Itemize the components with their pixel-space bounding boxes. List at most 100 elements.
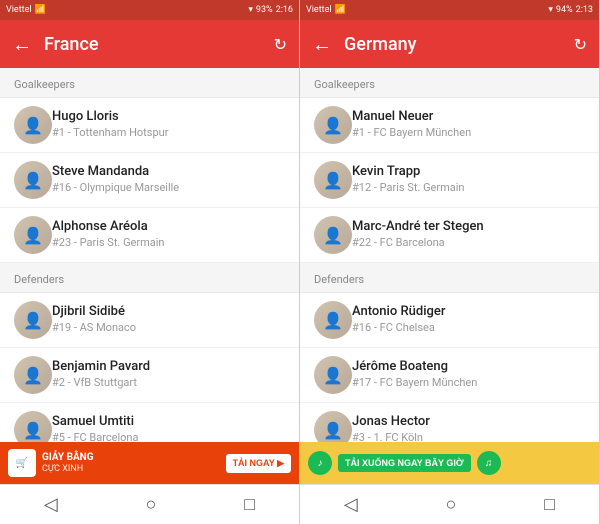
player-info: Kevin Trapp #12 - Paris St. Germain [352,164,465,195]
list-item[interactable]: 👤 Djibril Sidibé #19 - AS Monaco [0,293,299,348]
france-def-label: Defenders [0,263,299,293]
jonas-hector-item[interactable]: 👤 Jonas Hector #3 - 1. FC Köln [300,403,599,442]
list-item[interactable]: 👤 Antonio Rüdiger #16 - FC Chelsea [300,293,599,348]
player-detail: #1 - FC Bayern München [352,126,471,140]
germany-ad-banner[interactable]: ♪ TẢI XUỐNG NGAY BÂY GIỜ ♫ [300,442,599,484]
player-name: Marc-André ter Stegen [352,219,484,236]
list-item[interactable]: 👤 Samuel Umtiti #5 - FC Barcelona [0,403,299,442]
player-name: Kevin Trapp [352,164,465,181]
player-detail: #22 - FC Barcelona [352,236,484,250]
player-detail: #2 - VfB Stuttgart [52,376,150,390]
nav-home-icon[interactable]: ○ [146,494,157,515]
player-detail: #5 - FC Barcelona [52,431,138,442]
france-ad-banner[interactable]: 🛒 GIẢY BẰNG CỰC XINH TẢI NGAY ▶ [0,442,299,484]
player-detail: #17 - FC Bayern München [352,376,477,390]
player-info: Hugo Lloris #1 - Tottenham Hotspur [52,109,168,140]
player-name: Manuel Neuer [352,109,471,126]
player-name: Benjamin Pavard [52,359,150,376]
france-content: Goalkeepers 👤 Hugo Lloris #1 - Tottenham… [0,68,299,442]
player-info: Jonas Hector #3 - 1. FC Köln [352,414,430,442]
nav-recent-icon[interactable]: □ [244,494,255,515]
france-nav-bar: ◁ ○ □ [0,484,299,524]
time-label: 2:13 [576,5,593,15]
france-status-bar: Viettel 📶 ▾ 93% 2:16 [0,0,299,20]
jonas-hector-detail: #3 - 1. FC Köln [352,431,430,442]
player-info: Marc-André ter Stegen #22 - FC Barcelona [352,219,484,250]
player-name: Steve Mandanda [52,164,179,181]
player-info: Antonio Rüdiger #16 - FC Chelsea [352,304,445,335]
avatar: 👤 [14,301,52,339]
avatar: 👤 [314,301,352,339]
battery-label: 93% [256,5,273,15]
spotify-logo: ♫ [477,451,501,475]
avatar: 👤 [14,411,52,442]
avatar: 👤 [314,106,352,144]
player-info: Samuel Umtiti #5 - FC Barcelona [52,414,138,442]
germany-nav-bar: ◁ ○ □ [300,484,599,524]
player-info: Djibril Sidibé #19 - AS Monaco [52,304,136,335]
germany-content: Goalkeepers 👤 Manuel Neuer #1 - FC Bayer… [300,68,599,442]
player-detail: #16 - Olympique Marseille [52,181,179,195]
avatar: 👤 [14,356,52,394]
list-item[interactable]: 👤 Manuel Neuer #1 - FC Bayern München [300,98,599,153]
player-detail: #16 - FC Chelsea [352,321,445,335]
avatar: 👤 [14,216,52,254]
player-name: Djibril Sidibé [52,304,136,321]
germany-panel: Viettel 📶 ▾ 94% 2:13 ← Germany ↻ Goalkee… [300,0,600,524]
refresh-icon[interactable]: ↻ [574,35,587,54]
jonas-hector-name: Jonas Hector [352,414,430,431]
player-detail: #23 - Paris St. Germain [52,236,165,250]
nav-back-icon[interactable]: ◁ [44,494,58,515]
wifi-icon: ▾ [548,5,553,15]
status-left: Viettel 📶 [306,5,346,15]
list-item[interactable]: 👤 Kevin Trapp #12 - Paris St. Germain [300,153,599,208]
ad-sub-text: CỰC XINH [42,464,220,474]
shopee-icon: 🛒 [8,449,36,477]
status-left: Viettel 📶 [6,5,46,15]
ad-content: ♪ TẢI XUỐNG NGAY BÂY GIỜ ♫ [300,451,599,475]
avatar: 👤 [314,216,352,254]
nav-recent-icon[interactable]: □ [544,494,555,515]
france-panel: Viettel 📶 ▾ 93% 2:16 ← France ↻ Goalkeep… [0,0,300,524]
wifi-icon: ▾ [248,5,253,15]
player-name: Hugo Lloris [52,109,168,126]
refresh-icon[interactable]: ↻ [274,35,287,54]
spotify-cta-button[interactable]: TẢI XUỐNG NGAY BÂY GIỜ [338,454,471,472]
list-item[interactable]: 👤 Alphonse Aréola #23 - Paris St. Germai… [0,208,299,263]
avatar: 👤 [314,161,352,199]
avatar: 👤 [314,356,352,394]
ad-text: GIẢY BẰNG CỰC XINH [42,452,220,474]
avatar: 👤 [14,161,52,199]
list-item[interactable]: 👤 Jérôme Boateng #17 - FC Bayern München [300,348,599,403]
spotify-icon: ♪ [308,451,332,475]
france-gk-label: Goalkeepers [0,68,299,98]
status-right: ▾ 94% 2:13 [548,5,593,15]
status-right: ▾ 93% 2:16 [248,5,293,15]
nav-back-icon[interactable]: ◁ [344,494,358,515]
time-label: 2:16 [276,5,293,15]
ad-main-text: GIẢY BẰNG [42,452,220,464]
player-name: Samuel Umtiti [52,414,138,431]
player-info: Benjamin Pavard #2 - VfB Stuttgart [52,359,150,390]
list-item[interactable]: 👤 Benjamin Pavard #2 - VfB Stuttgart [0,348,299,403]
player-name: Alphonse Aréola [52,219,165,236]
list-item[interactable]: 👤 Steve Mandanda #16 - Olympique Marseil… [0,153,299,208]
germany-def-label: Defenders [300,263,599,293]
battery-label: 94% [556,5,573,15]
back-button[interactable]: ← [12,32,32,57]
list-item[interactable]: 👤 Hugo Lloris #1 - Tottenham Hotspur [0,98,299,153]
carrier-label: Viettel [306,5,332,15]
signal-icons: 📶 [335,5,346,15]
player-detail: #19 - AS Monaco [52,321,136,335]
avatar: 👤 [14,106,52,144]
player-name: Jérôme Boateng [352,359,477,376]
ad-cta-button[interactable]: TẢI NGAY ▶ [226,454,291,473]
list-item[interactable]: 👤 Marc-André ter Stegen #22 - FC Barcelo… [300,208,599,263]
france-header: ← France ↻ [0,20,299,68]
avatar: 👤 [314,411,352,442]
germany-title: Germany [344,34,574,55]
france-title: France [44,34,274,55]
back-button[interactable]: ← [312,32,332,57]
nav-home-icon[interactable]: ○ [446,494,457,515]
player-detail: #1 - Tottenham Hotspur [52,126,168,140]
